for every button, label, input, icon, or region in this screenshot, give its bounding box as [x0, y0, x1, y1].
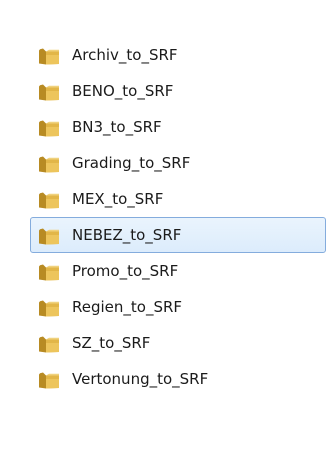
folder-label: Promo_to_SRF [72, 262, 179, 280]
folder-icon [38, 155, 61, 173]
folder-icon [38, 83, 61, 101]
folder-item-archiv[interactable]: Archiv_to_SRF [30, 37, 326, 73]
folder-label: BN3_to_SRF [72, 118, 162, 136]
folder-label: Grading_to_SRF [72, 154, 191, 172]
folder-icon [38, 47, 61, 65]
folder-icon [38, 263, 61, 281]
folder-item-mex[interactable]: MEX_to_SRF [30, 181, 326, 217]
folder-label: SZ_to_SRF [72, 334, 151, 352]
folder-item-grading[interactable]: Grading_to_SRF [30, 145, 326, 181]
folder-label: Regien_to_SRF [72, 298, 183, 316]
folder-icon [38, 371, 61, 389]
folder-icon [38, 335, 61, 353]
folder-item-sz[interactable]: SZ_to_SRF [30, 325, 326, 361]
folder-item-bn3[interactable]: BN3_to_SRF [30, 109, 326, 145]
folder-label: Vertonung_to_SRF [72, 370, 209, 388]
folder-item-vertonung[interactable]: Vertonung_to_SRF [30, 361, 326, 397]
folder-label: Archiv_to_SRF [72, 46, 178, 64]
folder-list: Archiv_to_SRF BENO_to_SRF BN3_to_SRF Gra… [30, 37, 326, 397]
folder-item-regien[interactable]: Regien_to_SRF [30, 289, 326, 325]
folder-label: MEX_to_SRF [72, 190, 164, 208]
folder-item-beno[interactable]: BENO_to_SRF [30, 73, 326, 109]
folder-icon [38, 119, 61, 137]
folder-label: BENO_to_SRF [72, 82, 174, 100]
folder-icon [38, 299, 61, 317]
folder-item-promo[interactable]: Promo_to_SRF [30, 253, 326, 289]
folder-icon [38, 227, 61, 245]
folder-label: NEBEZ_to_SRF [72, 226, 182, 244]
folder-icon [38, 191, 61, 209]
folder-item-nebez[interactable]: NEBEZ_to_SRF [30, 217, 326, 253]
